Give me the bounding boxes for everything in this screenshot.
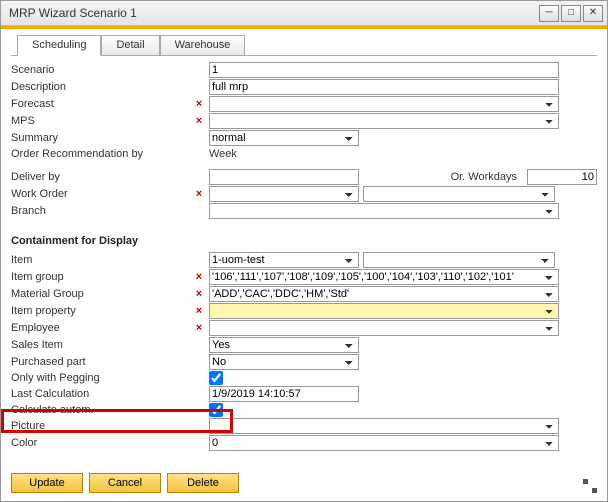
calculate-autom-checkbox[interactable] (209, 403, 223, 417)
update-button[interactable]: Update (11, 473, 83, 493)
scenario-field[interactable] (209, 62, 559, 78)
item-property-select[interactable] (209, 303, 559, 319)
label-description: Description (11, 80, 189, 94)
only-with-pegging-checkbox[interactable] (209, 371, 223, 385)
delete-button[interactable]: Delete (167, 473, 239, 493)
label-mps: MPS (11, 114, 189, 128)
purchased-part-select[interactable] (209, 354, 359, 370)
tab-detail[interactable]: Detail (101, 35, 159, 55)
work-order-select[interactable] (209, 186, 359, 202)
minimize-button[interactable]: ─ (539, 5, 559, 22)
clear-icon[interactable]: × (196, 322, 202, 334)
label-only-with-pegging: Only with Pegging (11, 371, 189, 385)
label-work-order: Work Order (11, 187, 189, 201)
item-group-select[interactable] (209, 269, 559, 285)
label-item: Item (11, 253, 189, 267)
label-summary: Summary (11, 131, 189, 145)
summary-select[interactable] (209, 130, 359, 146)
label-employee: Employee (11, 321, 189, 335)
label-last-calculation: Last Calculation (11, 387, 189, 401)
material-group-select[interactable] (209, 286, 559, 302)
last-calculation-field[interactable] (209, 386, 359, 402)
label-or-workdays: Or. Workdays (451, 171, 517, 183)
label-color: Color (11, 436, 189, 450)
employee-select[interactable] (209, 320, 559, 336)
label-branch: Branch (11, 204, 189, 218)
or-workdays-field[interactable] (527, 169, 597, 185)
picture-select[interactable] (209, 418, 559, 434)
expand-icon[interactable] (583, 479, 597, 493)
titlebar: MRP Wizard Scenario 1 ─ □ ✕ (1, 1, 607, 26)
sales-item-select[interactable] (209, 337, 359, 353)
branch-select[interactable] (209, 203, 559, 219)
section-containment: Containment for Display (11, 227, 597, 251)
clear-icon[interactable]: × (196, 288, 202, 300)
cancel-button[interactable]: Cancel (89, 473, 161, 493)
color-select[interactable] (209, 435, 559, 451)
label-item-property: Item property (11, 304, 189, 318)
item-select[interactable] (209, 252, 359, 268)
close-button[interactable]: ✕ (583, 5, 603, 22)
tab-scheduling[interactable]: Scheduling (17, 35, 101, 56)
work-order-extra-select[interactable] (363, 186, 555, 202)
label-purchased-part: Purchased part (11, 355, 189, 369)
mps-select[interactable] (209, 113, 559, 129)
description-field[interactable] (209, 79, 559, 95)
maximize-button[interactable]: □ (561, 5, 581, 22)
tab-bar: Scheduling Detail Warehouse (11, 35, 597, 55)
deliver-by-field[interactable] (209, 169, 359, 185)
label-forecast: Forecast (11, 97, 189, 111)
item-extra-select[interactable] (363, 252, 555, 268)
label-scenario: Scenario (11, 63, 189, 77)
mrp-wizard-window: MRP Wizard Scenario 1 ─ □ ✕ Scheduling D… (0, 0, 608, 502)
tab-warehouse[interactable]: Warehouse (160, 35, 246, 55)
forecast-select[interactable] (209, 96, 559, 112)
label-sales-item: Sales Item (11, 338, 189, 352)
button-bar: Update Cancel Delete (11, 473, 239, 493)
label-deliver-by: Deliver by (11, 170, 189, 184)
clear-icon[interactable]: × (196, 305, 202, 317)
label-order-rec-by: Order Recommendation by (11, 147, 189, 161)
label-material-group: Material Group (11, 287, 189, 301)
order-rec-by-value: Week (209, 148, 237, 160)
label-item-group: Item group (11, 270, 189, 284)
label-calculate-autom: Calculate autom. (11, 403, 189, 417)
clear-icon[interactable]: × (196, 271, 202, 283)
window-title: MRP Wizard Scenario 1 (9, 6, 537, 20)
clear-icon[interactable]: × (196, 115, 202, 127)
label-picture: Picture (11, 419, 189, 433)
clear-icon[interactable]: × (196, 98, 202, 110)
clear-icon[interactable]: × (196, 188, 202, 200)
